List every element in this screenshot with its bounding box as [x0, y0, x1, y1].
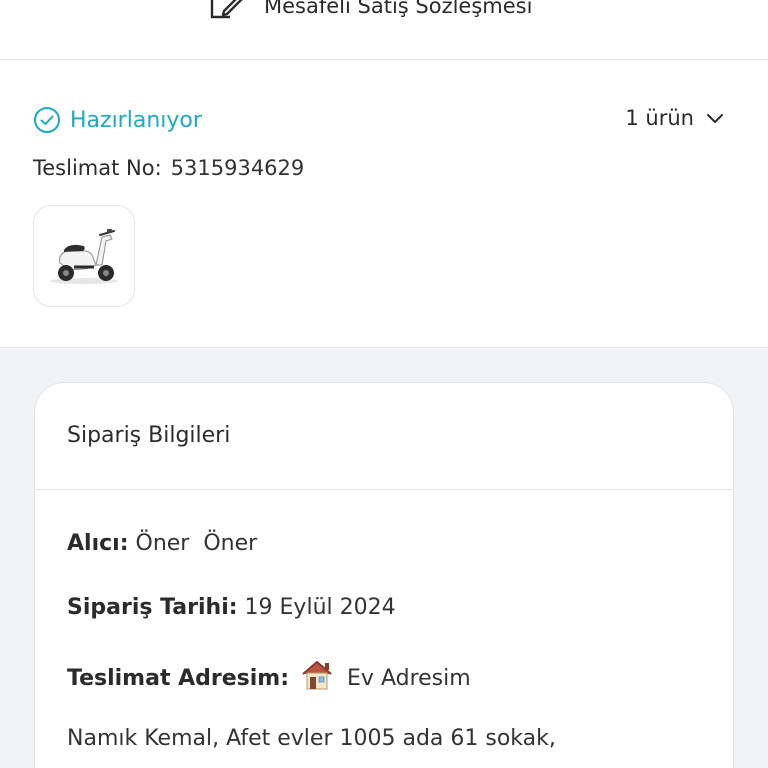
check-circle-icon	[34, 107, 60, 133]
contract-section: Mesafeli Satış Sözleşmesi	[0, 0, 768, 60]
house-icon	[302, 661, 332, 690]
edit-document-icon	[210, 0, 243, 19]
product-count: 1 ürün	[625, 106, 694, 130]
card-divider	[35, 489, 733, 490]
shipment-status: Hazırlanıyor	[33, 106, 202, 134]
order-date-row: Sipariş Tarihi: 19 Eylül 2024	[67, 595, 396, 620]
recipient-label: Alıcı:	[67, 531, 129, 556]
delivery-address-line: Namık Kemal, Afet evler 1005 ada 61 soka…	[67, 726, 556, 751]
status-text: Hazırlanıyor	[70, 107, 202, 133]
delivery-number-row: Teslimat No: 5315934629	[33, 156, 304, 180]
scooter-image	[50, 229, 118, 284]
recipient-row: Alıcı: Öner Öner	[67, 531, 257, 556]
contract-label: Mesafeli Satış Sözleşmesi	[264, 0, 533, 18]
order-info-card: Sipariş Bilgileri Alıcı: Öner Öner Sipar…	[34, 382, 734, 768]
product-count-toggle[interactable]: 1 ürün	[625, 106, 724, 130]
delivery-address-name: Ev Adresim	[347, 666, 471, 691]
product-thumbnail[interactable]	[33, 205, 135, 307]
delivery-address-row: Teslimat Adresim: Ev Adresim	[67, 659, 471, 691]
order-info-title: Sipariş Bilgileri	[67, 423, 231, 448]
distance-sales-contract-link[interactable]: Mesafeli Satış Sözleşmesi	[206, 0, 532, 26]
recipient-value: Öner Öner	[135, 531, 258, 556]
delivery-address-label: Teslimat Adresim:	[67, 666, 290, 691]
chevron-down-icon	[707, 114, 723, 123]
shipment-card: Hazırlanıyor 1 ürün Teslimat No: 53159346…	[0, 60, 768, 348]
delivery-number-label: Teslimat No:	[33, 156, 162, 180]
delivery-number-value: 5315934629	[170, 156, 305, 180]
order-date-value: 19 Eylül 2024	[244, 595, 396, 620]
order-date-label: Sipariş Tarihi:	[67, 595, 238, 620]
